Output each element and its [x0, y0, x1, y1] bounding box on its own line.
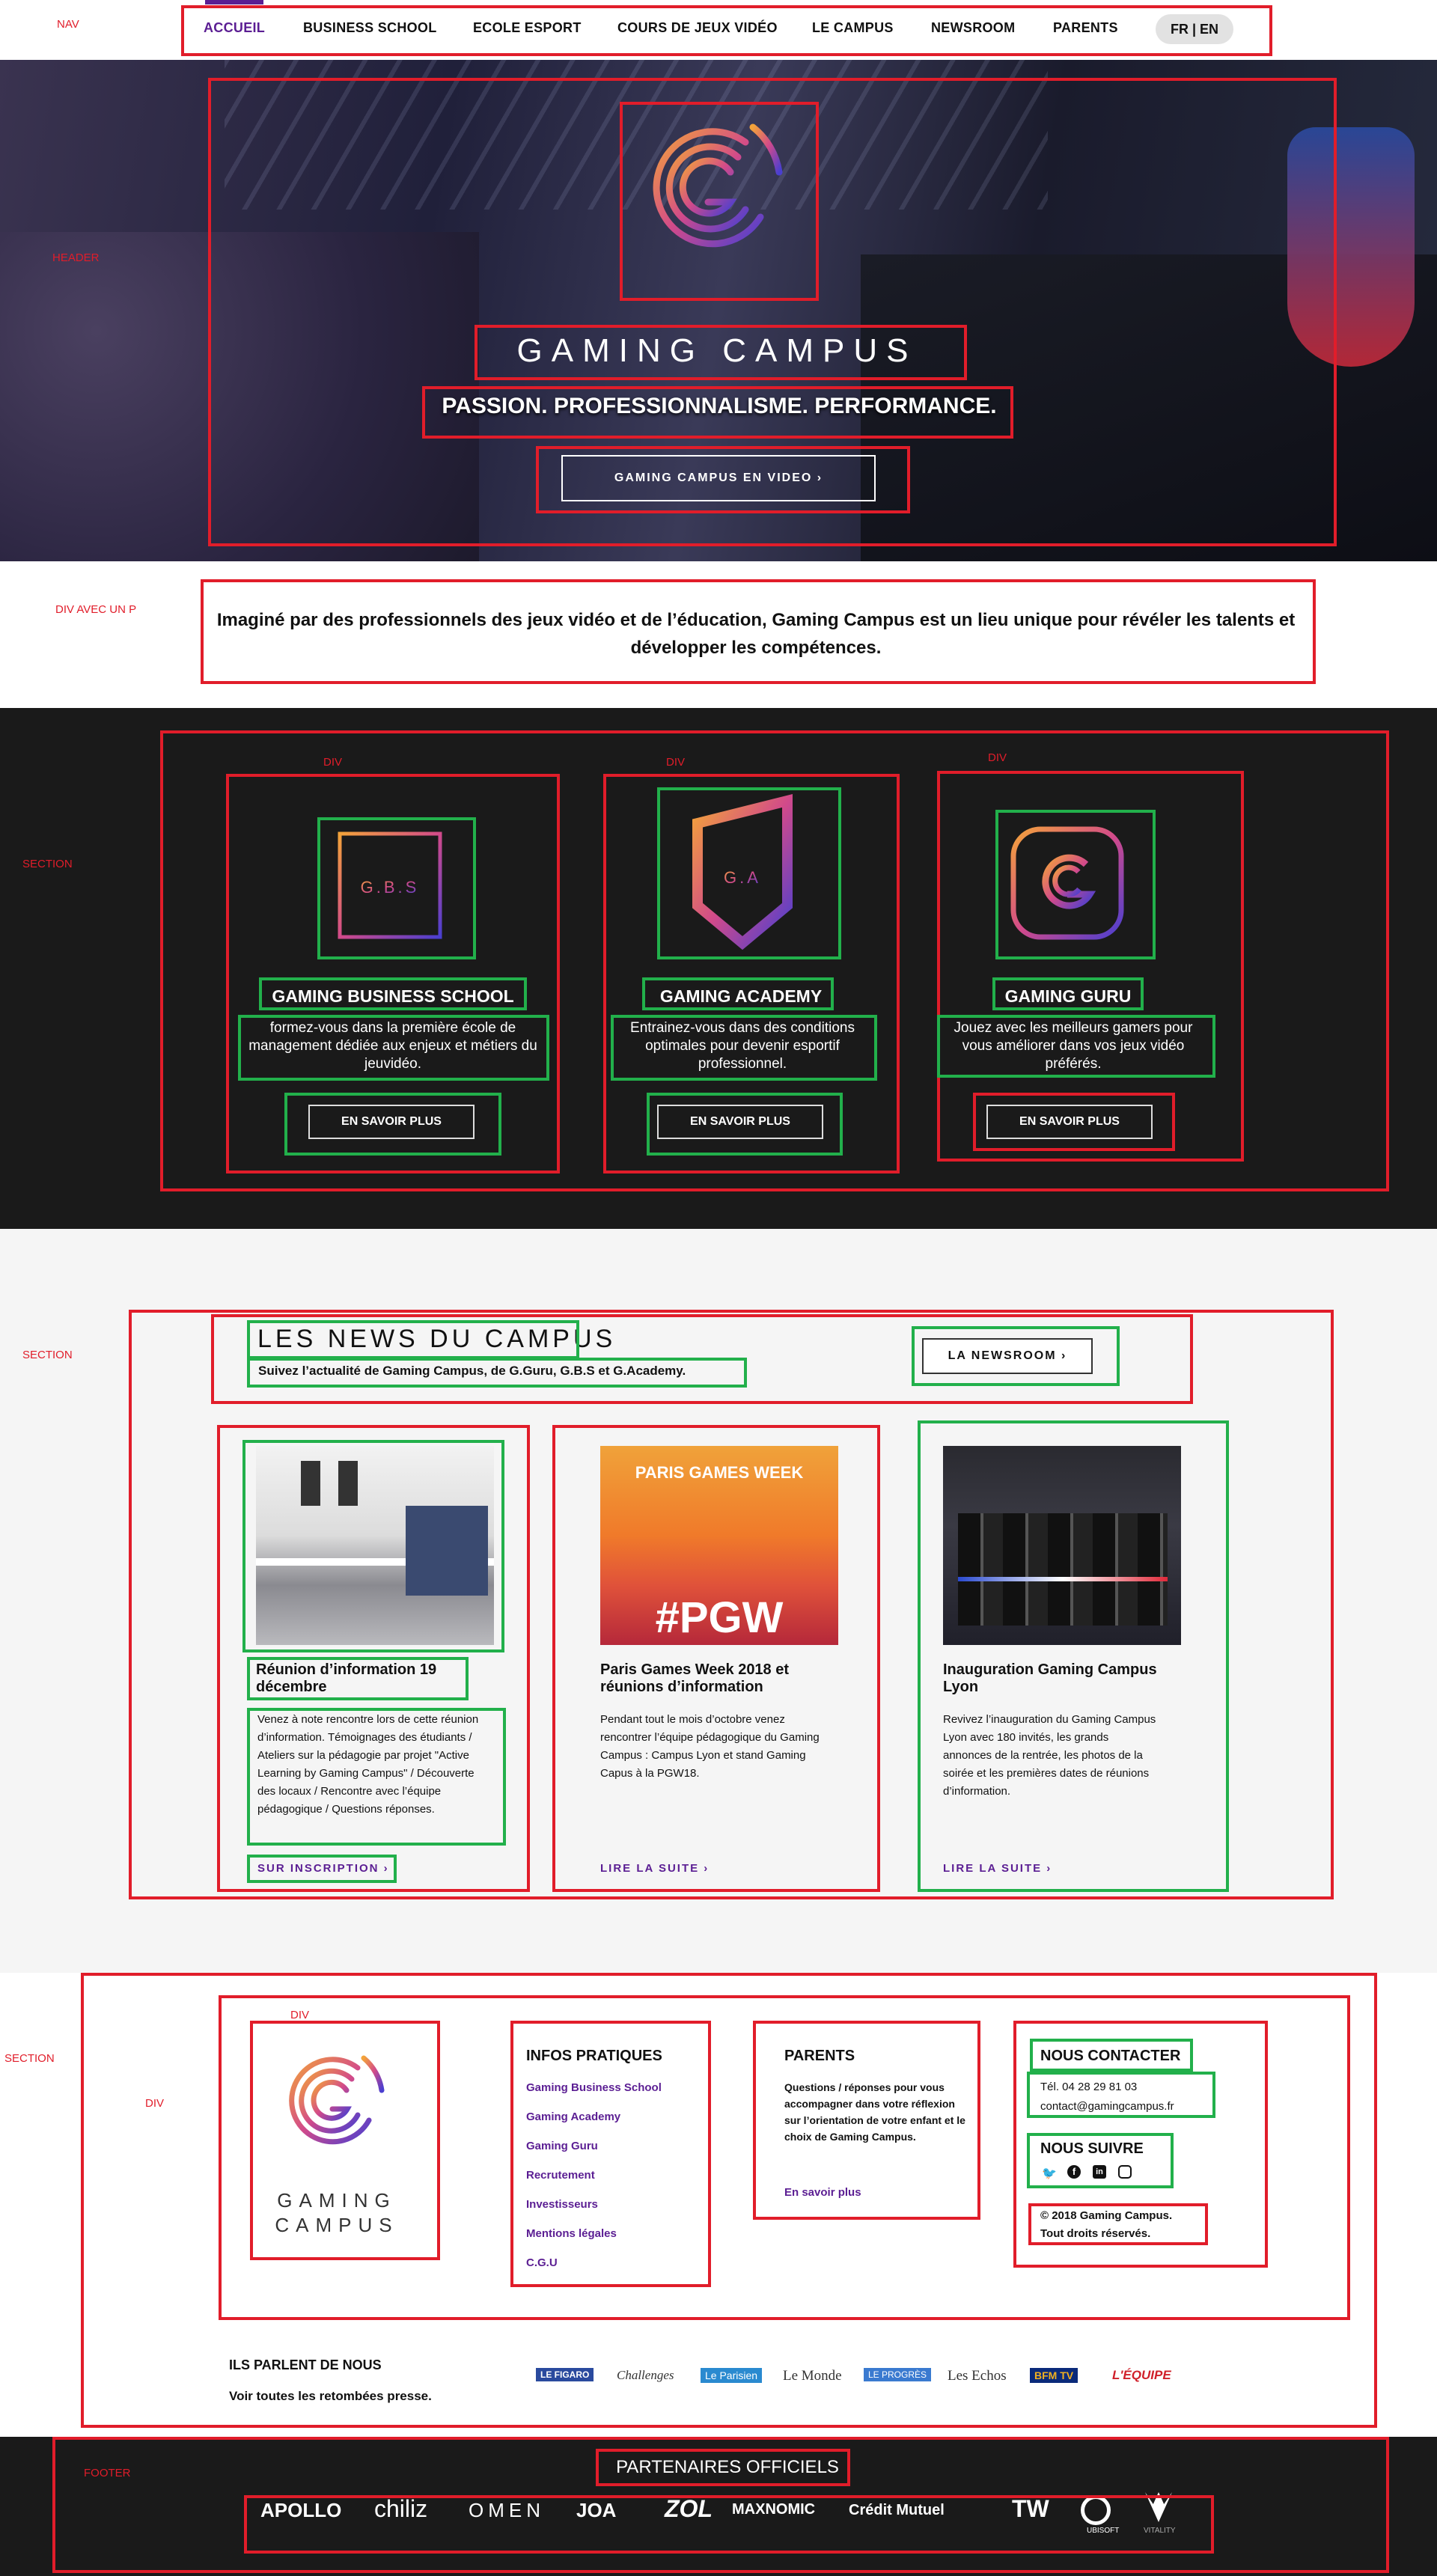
annotation-label: SECTION: [22, 858, 73, 870]
annotation-infos-box: [510, 2021, 711, 2287]
annotation-nav-box: [181, 5, 1272, 56]
annotation-label: DIV AVEC UN P: [55, 603, 137, 616]
annotation-ga-logo-box: [657, 787, 841, 959]
annotation-gg-name-box: [992, 977, 1144, 1010]
annotation-card-title-box: [247, 1657, 469, 1700]
annotation-logo-box: [620, 102, 819, 301]
annotation-label: FOOTER: [84, 2467, 131, 2479]
annotation-label: DIV: [145, 2097, 165, 2110]
annotation-card-link-box: [247, 1855, 397, 1883]
annotation-label: SECTION: [4, 2052, 55, 2065]
annotation-label: DIV: [290, 2009, 310, 2021]
annotation-title-box: [475, 325, 967, 380]
annotation-news-subtitle-box: [247, 1358, 747, 1388]
annotation-partners-box: [244, 2495, 1214, 2554]
annotation-contact-title-box: [1030, 2039, 1193, 2072]
annotation-partners-title-box: [596, 2449, 850, 2486]
annotation-label: DIV: [988, 751, 1007, 764]
annotation-contact-details-box: [1027, 2072, 1215, 2118]
annotation-copyright-box: [1028, 2203, 1208, 2245]
annotation-card-2-box: [552, 1425, 880, 1892]
annotation-label: DIV: [666, 756, 686, 769]
annotation-card-3-box: [918, 1420, 1229, 1892]
annotation-button-box: [536, 446, 910, 513]
annotation-gbs-logo-box: [317, 817, 476, 959]
annotation-footer-logo-box: [250, 2021, 440, 2260]
annotation-gg-logo-box: [995, 810, 1156, 959]
annotation-gg-btn-box: [973, 1093, 1175, 1151]
active-indicator: [205, 0, 263, 4]
annotation-gbs-name-box: [259, 977, 527, 1010]
annotation-news-title-box: [247, 1320, 579, 1359]
annotation-gbs-desc-box: [238, 1015, 549, 1081]
annotation-label: SECTION: [22, 1349, 73, 1361]
annotation-parents-box: [753, 2021, 980, 2220]
annotation-slogan-box: [422, 386, 1013, 439]
annotation-label: DIV: [323, 756, 343, 769]
annotation-card-img-box: [242, 1440, 504, 1652]
annotation-ga-name-box: [642, 977, 834, 1010]
annotation-follow-box: [1027, 2133, 1174, 2188]
annotation-label: NAV: [57, 18, 79, 31]
annotation-ga-desc-box: [611, 1015, 877, 1081]
annotation-label: HEADER: [52, 251, 100, 264]
annotation-ga-btn-box: [647, 1093, 843, 1156]
annotation-intro-box: [201, 579, 1316, 684]
annotation-newsroom-box: [912, 1326, 1120, 1386]
annotation-gg-desc-box: [937, 1015, 1215, 1078]
annotation-card-body-box: [247, 1708, 506, 1846]
annotation-gbs-btn-box: [284, 1093, 501, 1156]
